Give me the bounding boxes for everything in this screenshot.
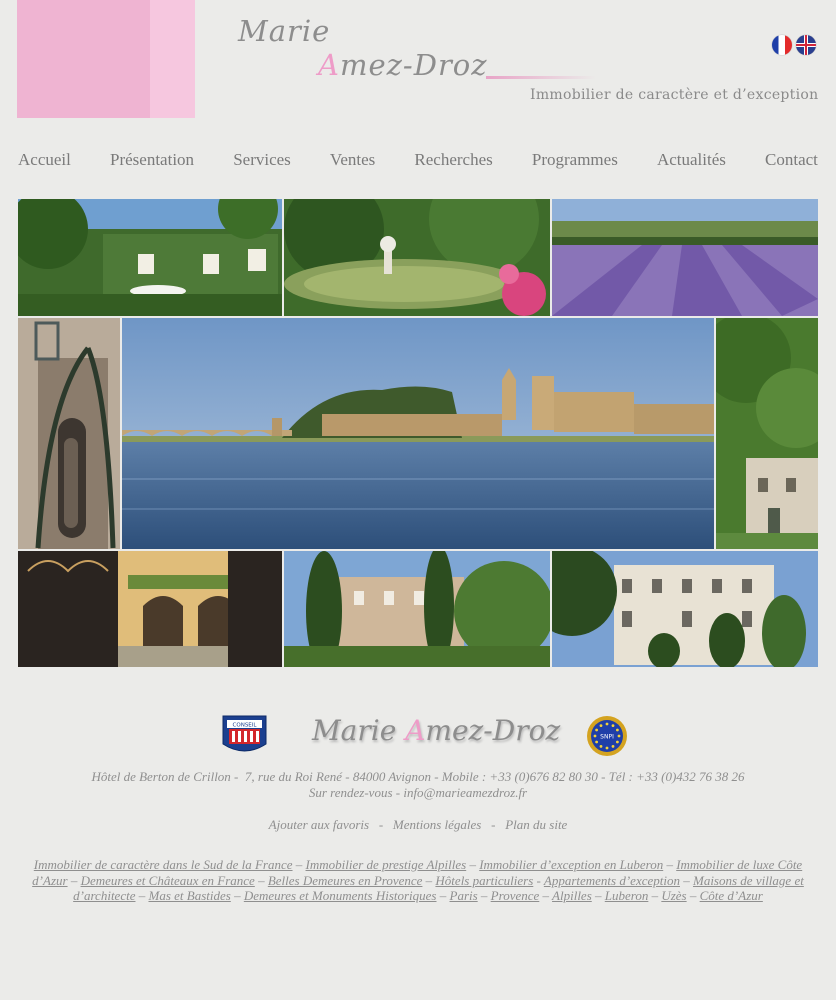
photo-avignon-bridge [122,318,714,549]
brand-last-name: Amez-Droz [318,48,488,82]
footer-links: Ajouter aux favoris - Mentions légales -… [268,817,568,832]
photo-lavender-field [552,199,818,316]
photo-courtyard-gate [18,551,282,667]
seo-link[interactable]: Alpilles [552,888,592,903]
nav-accueil[interactable]: Accueil [18,150,71,170]
seo-link[interactable]: Mas et Bastides [148,888,230,903]
brand-underline [486,76,596,79]
seo-link[interactable]: Appartements d’exception [544,873,680,888]
seo-link[interactable]: Provence [491,888,540,903]
seo-link[interactable]: Côte d’Azur [700,888,763,903]
french-flag-icon[interactable] [772,35,792,55]
nav-ventes[interactable]: Ventes [330,150,375,170]
main-nav: Accueil Présentation Services Ventes Rec… [18,150,818,170]
photo-staircase [18,318,120,549]
uk-flag-icon[interactable] [796,35,816,55]
nav-programmes[interactable]: Programmes [532,150,618,170]
brand-first-name: Marie [238,14,331,48]
logo-square-dark [17,0,150,118]
photo-chateau [552,551,818,667]
sitemap-link[interactable]: Plan du site [505,817,567,832]
nav-presentation[interactable]: Présentation [110,150,194,170]
footer-contact: Sur rendez-vous - info@marieamezdroz.fr [308,785,528,800]
seo-link[interactable]: Immobilier de caractère dans le Sud de l… [34,857,293,872]
seo-link[interactable]: Immobilier d’exception en Luberon [479,857,663,872]
seo-link[interactable]: Immobilier de prestige Alpilles [306,857,467,872]
legal-notice-link[interactable]: Mentions légales [393,817,481,832]
seo-link[interactable]: Luberon [605,888,649,903]
seo-link[interactable]: Demeures et Monuments Historiques [244,888,437,903]
nav-recherches[interactable]: Recherches [414,150,492,170]
snpi-badge-icon: SNPI [586,715,628,757]
footer-address: Hôtel de Berton de Crillon - 7, rue du R… [91,769,745,784]
seo-link[interactable]: Hôtels particuliers [435,873,533,888]
seo-link[interactable]: Uzès [661,888,686,903]
photo-fountain-garden [284,199,550,316]
svg-text:SNPI: SNPI [600,734,614,741]
photo-manor-ivy [18,199,282,316]
nav-services[interactable]: Services [233,150,291,170]
conseil-badge-icon: CONSEIL [221,714,268,756]
nav-contact[interactable]: Contact [765,150,818,170]
footer-brand-logo: Marie Amez-Droz [312,714,561,747]
seo-link[interactable]: Demeures et Châteaux en France [81,873,255,888]
photo-cypress-house [284,551,550,667]
svg-text:CONSEIL: CONSEIL [233,723,258,729]
logo-square-light [150,0,195,118]
brand-tagline: Immobilier de caractère et d’exception [530,87,819,103]
seo-link[interactable]: Paris [450,888,478,903]
nav-actualites[interactable]: Actualités [657,150,726,170]
seo-links: Immobilier de caractère dans le Sud de l… [32,857,804,904]
photo-house-trees [716,318,818,549]
add-favorites-link[interactable]: Ajouter aux favoris [269,817,369,832]
seo-link[interactable]: Belles Demeures en Provence [268,873,423,888]
